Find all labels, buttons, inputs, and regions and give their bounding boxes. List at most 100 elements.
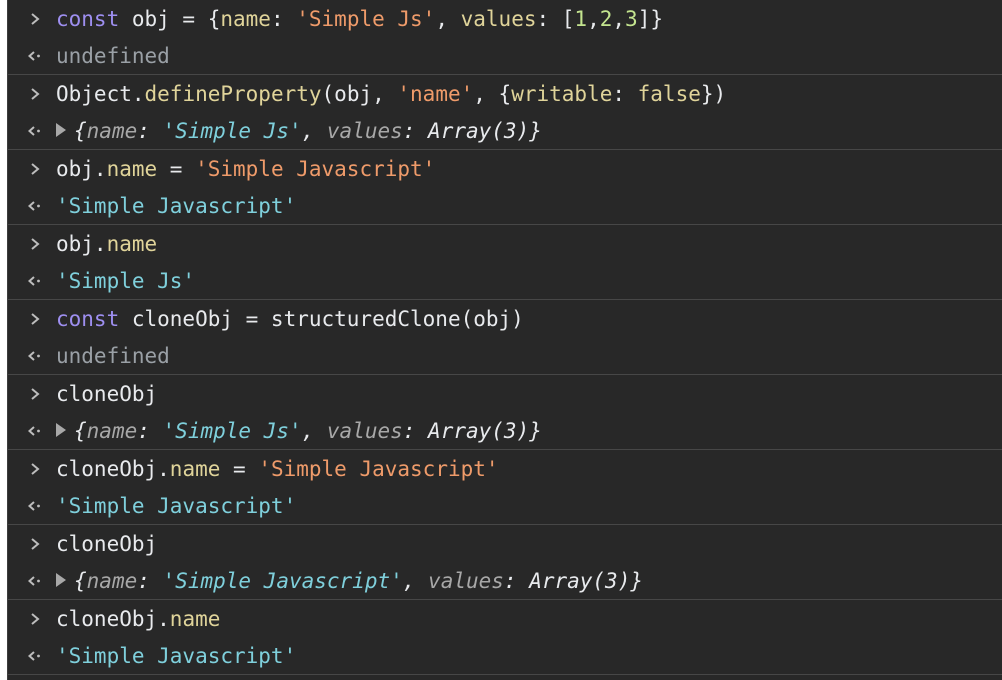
console-input-line[interactable]: Object.defineProperty(obj, 'name', {writ… [8,75,1002,113]
console-output-line: undefined [8,38,1002,74]
chevron-right-icon [23,0,47,38]
code-token: cloneObj. [56,457,170,481]
console-output-value: 'Simple Javascript' [56,488,296,524]
console-entry: obj.name = 'Simple Javascript' 'Simple J… [8,150,1002,225]
console-input-line[interactable]: cloneObj [8,375,1002,413]
code-token: : [137,119,163,143]
console-output-line[interactable]: {name: 'Simple Javascript', values: Arra… [8,563,1002,599]
code-token: 'Simple Javascript' [56,494,297,518]
object-preview[interactable]: {name: 'Simple Js', values: Array(3)} [74,419,542,443]
return-arrow-icon [23,638,47,674]
return-arrow-icon [23,113,47,149]
console-entry: Object.defineProperty(obj, 'name', {writ… [8,75,1002,150]
console-entry: cloneObj.name 'Simple Javascript' [8,600,1002,675]
code-token: 'Simple Javascript' [56,644,297,668]
console-entry: obj.name 'Simple Js' [8,225,1002,300]
console-input-code: const cloneObj = structuredClone(obj) [56,300,524,338]
return-arrow-icon [23,338,47,374]
triangle-right-icon[interactable] [56,423,66,437]
code-token: writable [511,82,613,106]
console-output-value: {name: 'Simple Javascript', values: Arra… [56,563,643,599]
console-input-line[interactable]: const cloneObj = structuredClone(obj) [8,300,1002,338]
code-token: 'Simple Js' [296,7,436,31]
code-token: name [106,232,158,256]
console-input-code: obj.name = 'Simple Javascript' [56,150,435,188]
code-token: { [74,119,87,143]
chevron-right-icon [23,525,47,563]
console-input-code: obj.name [56,225,157,263]
console-input-code: cloneObj.name = 'Simple Javascript' [56,450,499,488]
console-output-line: 'Simple Javascript' [8,488,1002,524]
chevron-right-icon [23,150,47,188]
console-input-code: cloneObj.name [56,600,220,638]
code-token: values [460,7,537,31]
console-input-line[interactable]: cloneObj [8,525,1002,563]
console-input-line[interactable]: cloneObj.name [8,600,1002,638]
console-input-line[interactable]: cloneObj.name = 'Simple Javascript' [8,450,1002,488]
console-input-code: const obj = {name: 'Simple Js', values: … [56,0,663,38]
triangle-right-icon[interactable] [56,123,66,137]
code-token: name [220,7,271,31]
code-token: 'Simple Js' [56,269,196,293]
code-token: defineProperty [144,82,322,106]
console-output-value: 'Simple Js' [56,263,195,299]
code-token: , [612,7,626,31]
code-token: , { [473,82,512,106]
console-entry: const cloneObj = structuredClone(obj) un… [8,300,1002,375]
console-output-line[interactable]: {name: 'Simple Js', values: Array(3)} [8,113,1002,149]
console-input-line[interactable]: obj.name [8,225,1002,263]
console-entry: cloneObj.name = 'Simple Javascript' 'Sim… [8,450,1002,525]
code-token: , [301,419,327,443]
console-output-value: {name: 'Simple Js', values: Array(3)} [56,413,542,449]
return-arrow-icon [23,188,47,224]
console-input-line[interactable]: const obj = {name: 'Simple Js', values: … [8,0,1002,38]
chevron-right-icon [23,600,47,638]
code-token: = [220,457,259,481]
console-entry: cloneObj {name: 'Simple Javascript', val… [8,525,1002,600]
code-token: undefined [56,44,170,68]
code-token: name [86,119,138,143]
console-output-line: 'Simple Javascript' [8,638,1002,674]
console-entries: const obj = {name: 'Simple Js', values: … [8,0,1002,675]
chevron-right-icon [23,75,47,113]
return-arrow-icon [23,563,47,599]
code-token: const [56,307,120,331]
code-token: , [587,7,600,31]
code-token: 3 [625,7,638,31]
code-token: { [74,419,87,443]
devtools-console: const obj = {name: 'Simple Js', values: … [7,0,1002,680]
chevron-right-icon [23,450,47,488]
triangle-right-icon[interactable] [56,573,66,587]
code-token: name [106,157,158,181]
code-token: name [86,419,138,443]
console-output-line: 'Simple Javascript' [8,188,1002,224]
return-arrow-icon [23,488,47,524]
console-output-line[interactable]: {name: 'Simple Js', values: Array(3)} [8,413,1002,449]
return-arrow-icon [23,38,47,74]
code-token: : [137,419,163,443]
object-preview[interactable]: {name: 'Simple Js', values: Array(3)} [74,119,542,143]
return-arrow-icon [23,263,47,299]
code-token: : Array(3)} [503,569,643,593]
console-output-value: undefined [56,338,170,374]
code-token: : Array(3)} [402,419,542,443]
code-token: 'name' [397,82,474,106]
console-input-line[interactable]: obj.name = 'Simple Javascript' [8,150,1002,188]
code-token: }) [700,82,727,106]
code-token: 'Simple Js' [162,119,302,143]
code-token: : [ [536,7,575,31]
console-input-code: Object.defineProperty(obj, 'name', {writ… [56,75,726,113]
code-token: name [169,607,221,631]
code-token: 2 [599,7,613,31]
code-token: { [74,569,87,593]
code-token: const [56,7,120,31]
code-token: 'Simple Javascript' [56,194,297,218]
code-token: 'Simple Javascript' [258,457,499,481]
code-token: obj. [56,157,107,181]
object-preview[interactable]: {name: 'Simple Javascript', values: Arra… [74,569,643,593]
console-entry: cloneObj {name: 'Simple Js', values: Arr… [8,375,1002,450]
console-output-value: {name: 'Simple Js', values: Array(3)} [56,113,542,149]
code-token: undefined [56,344,170,368]
code-token: : Array(3)} [402,119,542,143]
code-token: values [326,119,403,143]
